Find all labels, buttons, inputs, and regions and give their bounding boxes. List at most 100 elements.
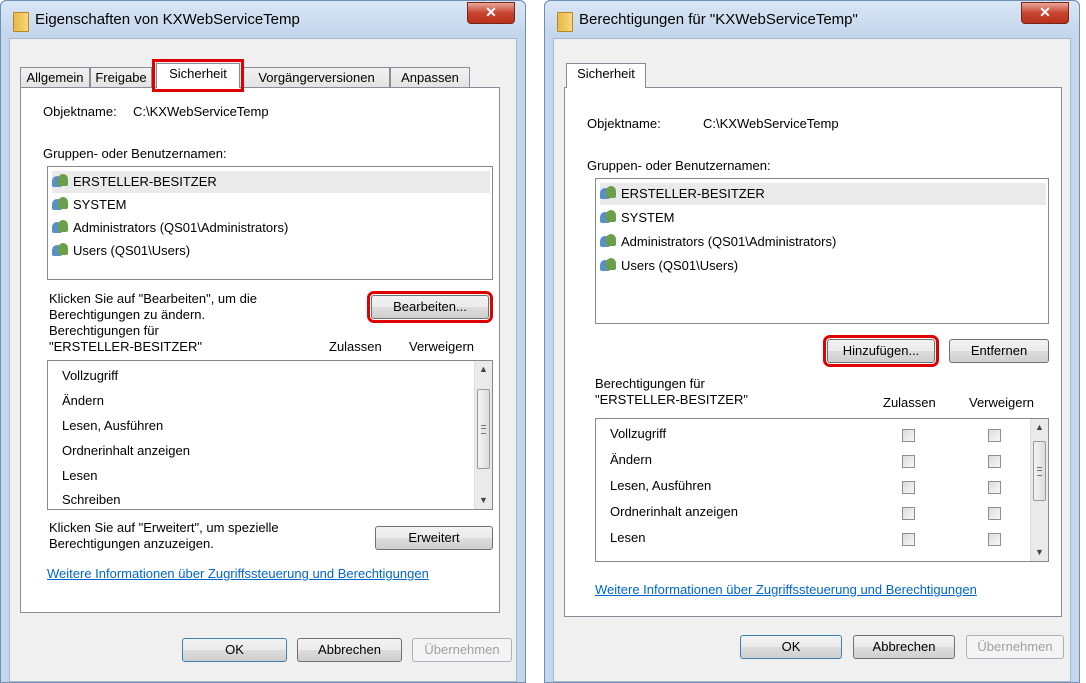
- add-button[interactable]: Hinzufügen...: [823, 335, 939, 367]
- permission-row: Lesen, Ausführen: [610, 475, 711, 497]
- permission-row: Ordnerinhalt anzeigen: [62, 443, 190, 458]
- user-group-icon: [600, 234, 618, 248]
- window-title: Eigenschaften von KXWebServiceTemp: [35, 11, 300, 28]
- users-list[interactable]: ERSTELLER-BESITZER SYSTEM Administrators…: [47, 166, 493, 280]
- user-group-icon: [600, 258, 618, 272]
- permission-row: Vollzugriff: [610, 423, 666, 445]
- user-group-icon: [600, 210, 618, 224]
- deny-column-header: Verweigern: [969, 395, 1035, 410]
- user-name: Users (QS01\Users): [73, 243, 191, 258]
- close-button[interactable]: ✕: [467, 2, 515, 24]
- deny-checkbox[interactable]: [988, 429, 1001, 442]
- allow-checkbox[interactable]: [902, 429, 915, 442]
- object-name-label: Objektname:: [43, 104, 117, 119]
- user-name: ERSTELLER-BESITZER: [73, 174, 217, 189]
- advanced-hint-line1: Klicken Sie auf "Erweitert", um speziell…: [49, 520, 279, 535]
- list-item[interactable]: Users (QS01\Users): [52, 240, 490, 262]
- close-button[interactable]: ✕: [1021, 2, 1069, 24]
- edit-hint-line1: Klicken Sie auf "Bearbeiten", um die: [49, 291, 257, 306]
- deny-checkbox[interactable]: [988, 455, 1001, 468]
- scroll-thumb[interactable]: [477, 389, 490, 469]
- tab-vorgaengerversionen[interactable]: Vorgängerversionen: [243, 67, 390, 87]
- groups-label: Gruppen- oder Benutzernamen:: [587, 158, 771, 173]
- permissions-for-label: Berechtigungen für: [49, 323, 159, 338]
- edit-hint-line2: Berechtigungen zu ändern.: [49, 307, 206, 322]
- folder-icon: [13, 12, 29, 32]
- scroll-down-icon[interactable]: ▼: [475, 492, 492, 509]
- object-name-value: C:\KXWebServiceTemp: [703, 116, 839, 131]
- permissions-list[interactable]: Vollzugriff Ändern Lesen, Ausführen Ordn…: [47, 360, 493, 510]
- more-info-link[interactable]: Weitere Informationen über Zugriffssteue…: [47, 566, 429, 581]
- cancel-button[interactable]: Abbrechen: [297, 638, 402, 662]
- tab-anpassen[interactable]: Anpassen: [390, 67, 470, 87]
- allow-checkbox[interactable]: [902, 533, 915, 546]
- deny-checkbox[interactable]: [988, 507, 1001, 520]
- permissions-scrollbar[interactable]: ▲ ▼: [474, 361, 492, 509]
- deny-checkbox[interactable]: [988, 533, 1001, 546]
- tab-allgemein[interactable]: Allgemein: [20, 67, 90, 87]
- users-list[interactable]: ERSTELLER-BESITZER SYSTEM Administrators…: [595, 178, 1049, 324]
- user-name: SYSTEM: [73, 197, 127, 212]
- permissions-window: Berechtigungen für "KXWebServiceTemp" ✕ …: [544, 0, 1080, 683]
- permission-row: Ändern: [62, 393, 104, 408]
- dialog-client: Allgemein Freigabe Sicherheit Vorgängerv…: [9, 38, 517, 682]
- ok-button[interactable]: OK: [740, 635, 842, 659]
- permission-label: Ändern: [610, 452, 652, 467]
- scroll-up-icon[interactable]: ▲: [475, 361, 492, 378]
- user-name: Users (QS01\Users): [621, 258, 739, 273]
- properties-window: Eigenschaften von KXWebServiceTemp ✕ All…: [0, 0, 526, 683]
- permission-row: Lesen, Ausführen: [62, 418, 164, 433]
- user-group-icon: [52, 197, 70, 211]
- list-item[interactable]: SYSTEM: [600, 207, 1046, 229]
- groups-label: Gruppen- oder Benutzernamen:: [43, 146, 227, 161]
- user-name: ERSTELLER-BESITZER: [621, 186, 765, 201]
- close-icon: ✕: [485, 4, 497, 20]
- tab-sicherheit[interactable]: Sicherheit: [566, 63, 646, 88]
- title-bar[interactable]: Berechtigungen für "KXWebServiceTemp" ✕: [545, 1, 1079, 37]
- tab-sicherheit[interactable]: Sicherheit: [152, 59, 244, 92]
- ok-button[interactable]: OK: [182, 638, 287, 662]
- permission-row: Lesen: [610, 527, 645, 549]
- permissions-for-principal: "ERSTELLER-BESITZER": [49, 339, 202, 354]
- close-icon: ✕: [1039, 4, 1051, 20]
- window-title: Berechtigungen für "KXWebServiceTemp": [579, 11, 858, 28]
- permissions-scrollbar[interactable]: ▲ ▼: [1030, 419, 1048, 561]
- permission-row: Schreiben: [62, 492, 121, 507]
- remove-button[interactable]: Entfernen: [949, 339, 1049, 363]
- permission-row: Lesen: [62, 468, 98, 483]
- permissions-for-principal: "ERSTELLER-BESITZER": [595, 392, 748, 407]
- title-bar[interactable]: Eigenschaften von KXWebServiceTemp ✕: [1, 1, 525, 37]
- user-group-icon: [52, 220, 70, 234]
- permissions-list[interactable]: Vollzugriff Ändern Lesen, Ausführen Ordn…: [595, 418, 1049, 562]
- apply-button[interactable]: Übernehmen: [412, 638, 512, 662]
- allow-checkbox[interactable]: [902, 507, 915, 520]
- grip-icon: [1037, 467, 1042, 476]
- advanced-hint-line2: Berechtigungen anzuzeigen.: [49, 536, 214, 551]
- tab-freigabe[interactable]: Freigabe: [90, 67, 152, 87]
- scroll-up-icon[interactable]: ▲: [1031, 419, 1048, 436]
- list-item[interactable]: Administrators (QS01\Administrators): [600, 231, 1046, 253]
- permission-label: Vollzugriff: [610, 426, 667, 441]
- scroll-thumb[interactable]: [1033, 441, 1046, 501]
- list-item[interactable]: Users (QS01\Users): [600, 255, 1046, 277]
- permission-row: Ordnerinhalt anzeigen: [610, 501, 738, 523]
- permission-label: Lesen: [610, 530, 646, 545]
- edit-button[interactable]: Bearbeiten...: [367, 291, 493, 323]
- list-item[interactable]: SYSTEM: [52, 194, 490, 216]
- dialog-client: Sicherheit Objektname: C:\KXWebServiceTe…: [553, 38, 1071, 682]
- list-item[interactable]: Administrators (QS01\Administrators): [52, 217, 490, 239]
- list-item[interactable]: ERSTELLER-BESITZER: [600, 183, 1046, 205]
- apply-button[interactable]: Übernehmen: [966, 635, 1064, 659]
- permissions-for-label: Berechtigungen für: [595, 376, 705, 391]
- permission-row: Vollzugriff: [62, 368, 119, 383]
- deny-column-header: Verweigern: [409, 339, 475, 354]
- deny-checkbox[interactable]: [988, 481, 1001, 494]
- allow-checkbox[interactable]: [902, 481, 915, 494]
- cancel-button[interactable]: Abbrechen: [853, 635, 955, 659]
- more-info-link[interactable]: Weitere Informationen über Zugriffssteue…: [595, 582, 977, 597]
- permission-label: Ordnerinhalt anzeigen: [610, 504, 738, 519]
- scroll-down-icon[interactable]: ▼: [1031, 544, 1048, 561]
- allow-checkbox[interactable]: [902, 455, 915, 468]
- list-item[interactable]: ERSTELLER-BESITZER: [52, 171, 490, 193]
- advanced-button[interactable]: Erweitert: [375, 526, 493, 550]
